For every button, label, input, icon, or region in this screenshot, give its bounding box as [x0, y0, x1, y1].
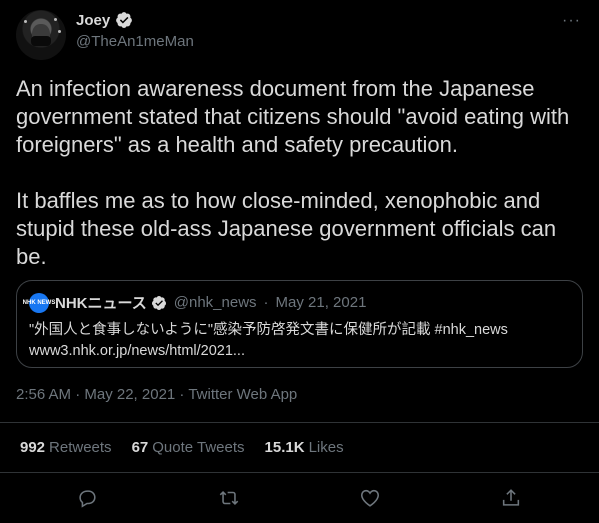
quoted-tweet[interactable]: NHK NEWS NHKニュース @nhk_news · May 21, 202…: [16, 280, 583, 368]
quote-tweets-label: Quote Tweets: [152, 439, 245, 456]
action-bar: [0, 479, 599, 519]
author-name-row: Joey: [76, 11, 133, 29]
quoted-tweet-text: "外国人と食事しないように"感染予防啓発文書に保健所が記載 #nhk_news …: [29, 320, 574, 362]
retweet-icon[interactable]: [218, 487, 240, 509]
likes-count: 15.1K: [264, 439, 305, 456]
avatar-light: [24, 20, 27, 23]
tweet-timestamp[interactable]: 2:56 AM · May 22, 2021 · Twitter Web App: [16, 386, 297, 403]
engagement-stats: 992 Retweets 67 Quote Tweets 15.1K Likes: [20, 439, 344, 456]
retweets-stat[interactable]: 992 Retweets: [20, 439, 112, 456]
quoted-separator: ·: [263, 294, 269, 311]
verified-badge-icon: [151, 295, 166, 310]
quote-tweets-count: 67: [131, 439, 149, 456]
retweets-count: 992: [20, 439, 46, 456]
quoted-text-line: "外国人と食事しないように"感染予防啓発文書に保健所が記載 #nhk_news: [29, 322, 508, 338]
quoted-date: May 21, 2021: [275, 294, 367, 311]
divider: [0, 422, 599, 423]
author-handle[interactable]: @TheAn1meMan: [76, 33, 194, 50]
tweet-text: An infection awareness document from the…: [16, 76, 570, 269]
more-options-icon[interactable]: ···: [562, 12, 581, 30]
avatar-mask: [31, 36, 51, 46]
quoted-author-handle: @nhk_news: [173, 294, 257, 311]
avatar[interactable]: [16, 10, 66, 60]
share-icon[interactable]: [500, 487, 522, 509]
likes-label: Likes: [308, 439, 344, 456]
divider: [0, 472, 599, 473]
verified-badge-icon: [116, 12, 133, 28]
likes-stat[interactable]: 15.1K Likes: [265, 439, 344, 456]
retweets-label: Retweets: [49, 439, 112, 456]
quoted-link[interactable]: www3.nhk.or.jp/news/html/2021...: [29, 341, 574, 362]
quoted-tweet-header: NHK NEWS NHKニュース @nhk_news · May 21, 202…: [23, 292, 367, 313]
author-display-name[interactable]: Joey: [76, 12, 110, 29]
avatar-light: [54, 18, 57, 21]
nhk-logo-icon: NHK NEWS: [23, 292, 55, 313]
tweet: Joey @TheAn1meMan ··· An infection aware…: [0, 0, 599, 523]
reply-icon[interactable]: [76, 487, 98, 509]
like-icon[interactable]: [359, 487, 381, 509]
quote-tweets-stat[interactable]: 67 Quote Tweets: [132, 439, 245, 456]
quoted-author-name: NHKニュース: [55, 295, 147, 312]
avatar-light: [58, 30, 61, 33]
